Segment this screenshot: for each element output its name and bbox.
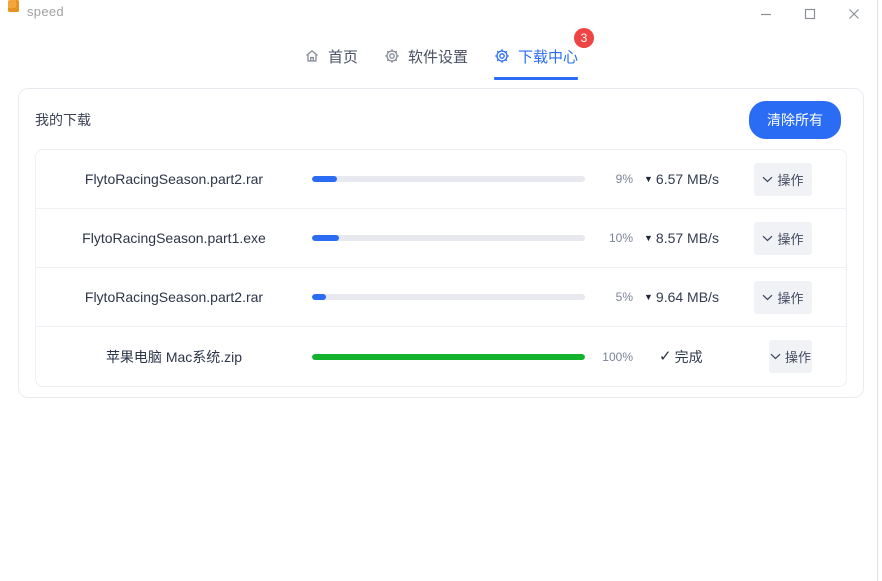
filename: 苹果电脑 Mac系统.zip bbox=[36, 347, 312, 367]
app-logo-icon bbox=[8, 0, 19, 12]
maximize-button[interactable] bbox=[788, 0, 832, 28]
status-text: 8.57 MB/s bbox=[656, 230, 719, 246]
progress-bar bbox=[312, 294, 585, 300]
downloads-header: 我的下载 清除所有 bbox=[35, 103, 841, 137]
download-status: ✓ 完成 bbox=[659, 347, 769, 367]
downloads-panel: 我的下载 清除所有 FlytoRacingSeason.part2.rar 9%… bbox=[18, 88, 864, 398]
progress-track bbox=[312, 235, 585, 241]
download-row: FlytoRacingSeason.part2.rar 5% ▼ 9.64 MB… bbox=[36, 268, 846, 327]
download-speed-icon: ▼ bbox=[644, 234, 653, 243]
app-title: speed bbox=[27, 4, 64, 19]
download-list: FlytoRacingSeason.part2.rar 9% ▼ 6.57 MB… bbox=[35, 149, 847, 387]
tab-settings[interactable]: 软件设置 bbox=[384, 40, 468, 80]
window-controls bbox=[744, 0, 876, 28]
progress-fill bbox=[312, 176, 337, 182]
action-button[interactable]: 操作 bbox=[769, 340, 812, 373]
section-title: 我的下载 bbox=[35, 110, 91, 130]
download-count-badge: 3 bbox=[574, 28, 594, 48]
progress-percent: 100% bbox=[585, 350, 633, 364]
main-nav: 首页 软件设置 下载中心 3 bbox=[0, 40, 882, 80]
tab-settings-label: 软件设置 bbox=[408, 46, 468, 67]
chevron-down-icon bbox=[762, 294, 773, 301]
progress-percent: 9% bbox=[585, 172, 633, 186]
filename: FlytoRacingSeason.part1.exe bbox=[36, 230, 312, 246]
filename: FlytoRacingSeason.part2.rar bbox=[36, 171, 312, 187]
chevron-down-icon bbox=[770, 353, 781, 360]
action-button[interactable]: 操作 bbox=[754, 222, 812, 255]
progress-bar bbox=[312, 235, 585, 241]
minimize-button[interactable] bbox=[744, 0, 788, 28]
action-button-label: 操作 bbox=[777, 229, 803, 248]
progress-bar bbox=[312, 176, 585, 182]
close-button[interactable] bbox=[832, 0, 876, 28]
tab-download-center-label: 下载中心 bbox=[518, 46, 578, 67]
download-status: ▼ 8.57 MB/s bbox=[644, 230, 754, 246]
active-tab-underline bbox=[494, 77, 578, 80]
download-row: FlytoRacingSeason.part2.rar 9% ▼ 6.57 MB… bbox=[36, 150, 846, 209]
tab-home[interactable]: 首页 bbox=[304, 40, 358, 80]
clear-all-button[interactable]: 清除所有 bbox=[749, 101, 841, 139]
minimize-icon bbox=[760, 8, 772, 20]
maximize-icon bbox=[804, 8, 816, 20]
gear-icon bbox=[384, 48, 400, 64]
check-icon: ✓ bbox=[659, 349, 672, 364]
tab-home-label: 首页 bbox=[328, 46, 358, 67]
close-icon bbox=[848, 8, 860, 20]
titlebar: speed bbox=[0, 0, 882, 28]
progress-fill bbox=[312, 235, 339, 241]
action-button-label: 操作 bbox=[785, 347, 811, 366]
progress-fill bbox=[312, 294, 326, 300]
gear-icon bbox=[494, 48, 510, 64]
status-text: 6.57 MB/s bbox=[656, 171, 719, 187]
action-button[interactable]: 操作 bbox=[754, 163, 812, 196]
progress-track bbox=[312, 176, 585, 182]
download-status: ▼ 9.64 MB/s bbox=[644, 289, 754, 305]
progress-track bbox=[312, 354, 585, 360]
download-speed-icon: ▼ bbox=[644, 175, 653, 184]
tab-download-center[interactable]: 下载中心 3 bbox=[494, 40, 578, 80]
progress-track bbox=[312, 294, 585, 300]
home-icon bbox=[304, 48, 320, 64]
action-button-label: 操作 bbox=[777, 170, 803, 189]
progress-percent: 10% bbox=[585, 231, 633, 245]
download-speed-icon: ▼ bbox=[644, 293, 653, 302]
download-row: FlytoRacingSeason.part1.exe 10% ▼ 8.57 M… bbox=[36, 209, 846, 268]
filename: FlytoRacingSeason.part2.rar bbox=[36, 289, 312, 305]
progress-bar bbox=[312, 354, 585, 360]
download-status: ▼ 6.57 MB/s bbox=[644, 171, 754, 187]
chevron-down-icon bbox=[762, 235, 773, 242]
download-row: 苹果电脑 Mac系统.zip 100% ✓ 完成 操作 bbox=[36, 327, 846, 386]
action-button[interactable]: 操作 bbox=[754, 281, 812, 314]
action-button-label: 操作 bbox=[777, 288, 803, 307]
chevron-down-icon bbox=[762, 176, 773, 183]
progress-percent: 5% bbox=[585, 290, 633, 304]
scrollbar[interactable] bbox=[877, 0, 878, 581]
status-text: 9.64 MB/s bbox=[656, 289, 719, 305]
progress-fill bbox=[312, 354, 585, 360]
status-text: 完成 bbox=[675, 347, 703, 367]
